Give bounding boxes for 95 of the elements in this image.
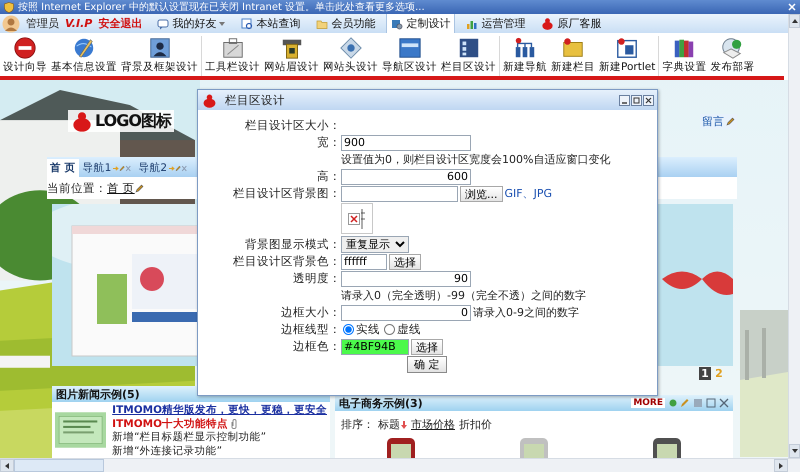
scroll-right-button[interactable] xyxy=(774,459,788,472)
radio-option[interactable]: 实线 xyxy=(341,322,380,337)
color-field[interactable]: #4BF94B xyxy=(341,338,409,354)
field-label: 栏目设计区大小： xyxy=(244,118,341,133)
input-field[interactable]: 90 xyxy=(341,270,471,286)
sort-label: 排序： xyxy=(341,417,374,432)
logout-link[interactable]: 安全退出 xyxy=(98,16,142,31)
field-label: 宽： xyxy=(316,135,341,150)
toolbar-button[interactable]: 工具栏设计 xyxy=(204,36,261,74)
maximize-button[interactable] xyxy=(631,94,642,106)
window-icon xyxy=(396,36,422,60)
menu-tab[interactable]: 我的好友 xyxy=(152,14,230,33)
field-label: 高： xyxy=(316,169,341,184)
gourd-icon xyxy=(541,17,554,30)
toolbar-button[interactable]: 栏目区设计 xyxy=(440,36,497,74)
radio-button[interactable] xyxy=(384,324,395,335)
menu-tab[interactable]: 原厂客服 xyxy=(536,14,606,33)
dialog-title: 栏目区设计 xyxy=(225,92,286,108)
information-bar[interactable]: 按照 Internet Explorer 中的默认设置现在已关闭 Intranet 设置。单击此处查看更多选项... xyxy=(0,0,800,14)
toolbar-button[interactable]: 网站眉设计 xyxy=(263,36,320,74)
field-label: 透明度： xyxy=(292,271,341,286)
toolbar-button[interactable]: 设计向导 xyxy=(2,36,48,74)
field-label: 背景图显示模式： xyxy=(244,237,341,252)
browse-button[interactable]: 浏览... xyxy=(460,186,502,202)
scroll-up-button[interactable] xyxy=(789,14,800,28)
panel-title: 电子商务示例(3) xyxy=(339,396,423,410)
field-label: 边框线型： xyxy=(280,322,341,337)
toolbar-button[interactable]: 导航区设计 xyxy=(381,36,438,74)
message-button[interactable]: 留言 xyxy=(700,114,737,129)
down-arrow-icon xyxy=(792,449,798,453)
hint-text: 设置值为0，则栏目设计区宽度会100%自适应窗口变化 xyxy=(341,152,610,167)
radio-button[interactable] xyxy=(343,324,354,335)
caret-icon xyxy=(219,22,226,26)
scroll-thumb[interactable] xyxy=(14,459,104,472)
up-arrow-icon xyxy=(792,19,798,23)
confirm-button[interactable]: 确 定 xyxy=(407,356,446,373)
choose-button[interactable]: 选择 xyxy=(411,338,443,354)
right-arrow-icon xyxy=(779,462,783,468)
format-text: GIF、JPG xyxy=(504,186,552,201)
avatar-icon xyxy=(2,14,20,32)
more-link[interactable]: MORE xyxy=(631,398,665,408)
sort-option[interactable]: 市场价格 xyxy=(411,417,455,432)
scroll-down-button[interactable] xyxy=(789,444,800,458)
pencil-icon[interactable] xyxy=(726,117,735,126)
radio-option[interactable]: 虚线 xyxy=(382,322,421,337)
toolbar-button[interactable]: 新建栏目 xyxy=(550,36,596,74)
field-label: 栏目设计区背景图： xyxy=(232,186,341,201)
toolbar-button[interactable]: 字典设置 xyxy=(661,36,708,74)
close-button[interactable] xyxy=(643,94,654,106)
toolbar-button[interactable]: 基本信息设置 xyxy=(50,36,118,74)
sort-option[interactable]: 标题 xyxy=(378,417,407,432)
panel-tools-icon[interactable] xyxy=(669,398,729,408)
maximize-icon xyxy=(633,96,640,104)
chat-icon xyxy=(157,18,170,30)
toolbar-button[interactable]: 网站头设计 xyxy=(322,36,379,74)
input-field[interactable]: 600 xyxy=(341,168,471,184)
color-field[interactable]: ffffff xyxy=(341,254,387,270)
close-icon xyxy=(645,96,652,104)
choose-button[interactable]: 选择 xyxy=(389,254,421,270)
close-icon[interactable] xyxy=(788,3,796,11)
sort-arrow-icon xyxy=(401,420,407,428)
gourd-icon xyxy=(202,92,217,108)
hint-text: 请录入0（完全透明）-99（完全不透）之间的数字 xyxy=(341,288,586,303)
no-entry-icon xyxy=(12,36,38,60)
menu-tab[interactable]: 本站查询 xyxy=(236,14,306,33)
field-label: 边框大小： xyxy=(280,305,341,320)
toolbar-button[interactable]: 发布部署 xyxy=(709,36,756,74)
left-arrow-icon xyxy=(5,462,9,468)
minimize-button[interactable] xyxy=(619,94,630,106)
menu-tab[interactable]: 运营管理 xyxy=(461,14,530,33)
toolbar-button[interactable]: 新建Portlet xyxy=(598,36,656,74)
page-number[interactable]: 1 xyxy=(699,367,711,380)
information-text: 按照 Internet Explorer 中的默认设置现在已关闭 Intranet 设置。单击此处查看更多选项... xyxy=(18,0,426,14)
vip-label: V.I.P xyxy=(65,17,92,30)
scroll-left-button[interactable] xyxy=(0,459,14,472)
mode-dropdown[interactable]: 重复显示 xyxy=(341,236,409,253)
input-field[interactable]: 0 xyxy=(341,304,471,320)
field-label: 边框色： xyxy=(292,339,341,354)
caption-mark-icon xyxy=(360,206,366,230)
menu-tab[interactable]: 定制设计 xyxy=(386,14,456,33)
paperclip-icon xyxy=(230,419,238,430)
input-field[interactable]: 900 xyxy=(341,134,471,150)
broken-image-icon xyxy=(348,212,360,224)
file-field[interactable] xyxy=(341,186,458,202)
shield-icon xyxy=(4,2,14,12)
toolbar-button[interactable]: 新建导航 xyxy=(502,36,548,74)
user-name: 管理员 xyxy=(26,16,59,31)
field-label: 栏目设计区背景色： xyxy=(232,254,341,269)
folder-icon xyxy=(316,18,328,30)
diamond-icon xyxy=(338,36,364,60)
toolbar-button[interactable]: 背景及框架设计 xyxy=(120,36,199,74)
menu-tab[interactable]: 会员功能 xyxy=(311,14,380,33)
sort-option[interactable]: 折扣价 xyxy=(459,417,492,432)
search-icon xyxy=(241,18,254,30)
hint-text: 请录入0-9之间的数字 xyxy=(473,305,579,320)
